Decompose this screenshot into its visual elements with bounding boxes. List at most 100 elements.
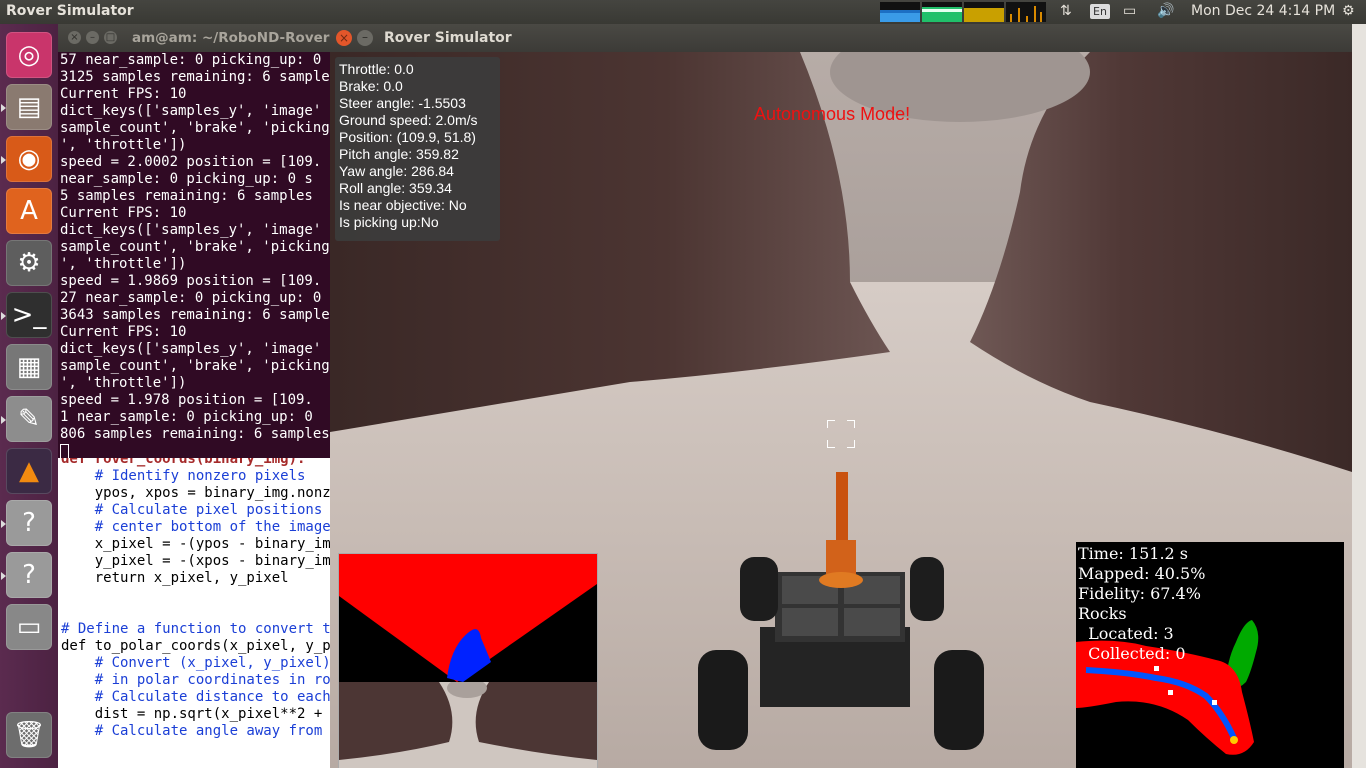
- rocks-collected-stat: Collected: 0: [1078, 644, 1186, 663]
- roll-angle-readout: Roll angle: 359.34: [339, 180, 452, 196]
- terminal-line: 5 samples remaining: 6 samples: [60, 188, 313, 204]
- terminal-window: × – □ am@am: ~/RoboND-Rover-Project 57 n…: [58, 24, 330, 458]
- code-line: # Convert (x_pixel, y_pixel) to (distanc…: [94, 655, 330, 671]
- power-gear-icon[interactable]: ⚙: [1342, 3, 1355, 19]
- rover-simulator-window: × – Rover Simulator Throttle: 0.0 Brake:…: [330, 24, 1352, 768]
- memory-graph-icon: [922, 2, 962, 22]
- unknown-app-icon[interactable]: ?: [6, 500, 52, 546]
- terminal-close-button[interactable]: ×: [68, 31, 81, 44]
- text-editor-icon[interactable]: ✎: [6, 396, 52, 442]
- swap-graph-icon: [964, 2, 1004, 22]
- terminal-icon[interactable]: >_: [6, 292, 52, 338]
- simulator-title: Rover Simulator: [384, 30, 512, 46]
- code-line: # Calculate angle away from vertical for…: [94, 723, 323, 739]
- code-line: def rover_coords(binary_img):: [61, 458, 306, 467]
- simulator-close-button[interactable]: ×: [336, 30, 352, 46]
- background-window-edge: [1352, 24, 1366, 768]
- code-line: ypos, xpos = binary_img.nonzero(): [94, 485, 330, 501]
- launcher: ◎ ▤ ◉ A ⚙ >_ ▦ ✎ ▲ ? ? ▭ 🗑: [0, 24, 58, 768]
- unknown-app-icon-2[interactable]: ?: [6, 552, 52, 598]
- volume-icon[interactable]: 🔊: [1157, 3, 1174, 19]
- near-objective-readout: Is near objective: No: [339, 197, 467, 213]
- network-graph-icon: [1006, 2, 1046, 22]
- terminal-line: dict_keys(['samples_y', 'image': [60, 222, 322, 238]
- terminal-line: speed = 1.978 position = [109.: [60, 392, 313, 408]
- pitch-angle-readout: Pitch angle: 359.82: [339, 146, 459, 162]
- terminal-line: 27 near_sample: 0 picking_up: 0: [60, 290, 322, 306]
- top-panel: Rover Simulator ⇅ En ▭ 🔊 Mon Dec 24 4:14…: [0, 0, 1366, 24]
- terminal-line: ', 'throttle']): [60, 375, 187, 391]
- terminal-line: speed = 2.0002 position = [109.: [60, 154, 322, 170]
- calculator-icon[interactable]: ▦: [6, 344, 52, 390]
- terminal-maximize-button[interactable]: □: [104, 31, 117, 44]
- drive-icon[interactable]: ▭: [6, 604, 52, 650]
- position-readout: Position: (109.9, 51.8): [339, 129, 476, 145]
- terminal-minimize-button[interactable]: –: [86, 31, 99, 44]
- code-line: # Define a function to convert to radial…: [61, 621, 330, 637]
- terminal-line: 3643 samples remaining: 6 samples: [60, 307, 330, 323]
- terminal-line: 3125 samples remaining: 6 samples: [60, 69, 330, 85]
- vlc-icon[interactable]: ▲: [6, 448, 52, 494]
- network-arrows-icon[interactable]: ⇅: [1060, 3, 1072, 19]
- code-line: # Calculate pixel positions with referen…: [94, 502, 323, 518]
- code-line: def to_polar_coords(x_pixel, y_pixel):: [61, 638, 330, 654]
- keyboard-layout-indicator[interactable]: En: [1090, 4, 1110, 19]
- active-app-title: Rover Simulator: [6, 3, 134, 19]
- battery-icon[interactable]: ▭: [1123, 3, 1136, 19]
- yaw-angle-readout: Yaw angle: 286.84: [339, 163, 454, 179]
- terminal-cursor: [60, 444, 69, 458]
- terminal-line: sample_count', 'brake', 'picking: [60, 120, 330, 136]
- cpu-graph-icon: [880, 2, 920, 22]
- terminal-line: Current FPS: 10: [60, 324, 187, 340]
- ubuntu-dash-icon[interactable]: ◎: [6, 32, 52, 78]
- system-settings-icon[interactable]: ⚙: [6, 240, 52, 286]
- rocks-located-stat: Located: 3: [1078, 624, 1174, 643]
- simulator-titlebar: × – Rover Simulator: [330, 24, 1352, 52]
- throttle-readout: Throttle: 0.0: [339, 61, 414, 77]
- picking-up-readout: Is picking up:No: [339, 214, 439, 230]
- autonomous-mode-label: Autonomous Mode!: [754, 104, 911, 124]
- terminal-line: dict_keys(['samples_y', 'image': [60, 103, 322, 119]
- code-editor[interactable]: def rover_coords(binary_img): # Identify…: [58, 458, 330, 768]
- code-line: # Identify nonzero pixels: [61, 468, 306, 484]
- terminal-output[interactable]: 57 near_sample: 0 picking_up: 0 3125 sam…: [58, 52, 330, 458]
- brake-readout: Brake: 0.0: [339, 78, 403, 94]
- rover-camera-view: [338, 682, 598, 768]
- terminal-line: Current FPS: 10: [60, 205, 187, 221]
- terminal-titlebar: × – □ am@am: ~/RoboND-Rover-Project: [58, 24, 330, 52]
- code-line: dist = np.sqrt(x_pixel**2 + y_pixel**2): [94, 706, 323, 722]
- terminal-line: near_sample: 0 picking_up: 0 s: [60, 171, 313, 187]
- mapped-stat: Mapped: 40.5%: [1078, 564, 1206, 583]
- time-stat: Time: 151.2 s: [1078, 544, 1189, 563]
- terminal-title: am@am: ~/RoboND-Rover-Project: [132, 30, 330, 46]
- terminal-line: ', 'throttle']): [60, 256, 187, 272]
- code-line: return x_pixel, y_pixel: [61, 570, 289, 586]
- map-stats: Time: 151.2 s Mapped: 40.5% Fidelity: 67.4…: [1078, 544, 1205, 664]
- telemetry-panel: Throttle: 0.0 Brake: 0.0 Steer angle: -1…: [335, 57, 500, 241]
- world-map: Time: 151.2 s Mapped: 40.5% Fidelity: 67.4…: [1076, 542, 1344, 768]
- terminal-line: 806 samples remaining: 6 samples: [60, 426, 330, 442]
- files-icon[interactable]: ▤: [6, 84, 52, 130]
- clock[interactable]: Mon Dec 24 4:14 PM: [1191, 3, 1335, 19]
- rocks-heading: Rocks: [1078, 604, 1127, 623]
- code-line: y_pixel = -(xpos - binary_img.shape[1]/2…: [94, 553, 330, 569]
- firefox-icon[interactable]: ◉: [6, 136, 52, 182]
- terminal-line: ', 'throttle']): [60, 137, 187, 153]
- terminal-line: dict_keys(['samples_y', 'image': [60, 341, 322, 357]
- terminal-line: 1 near_sample: 0 picking_up: 0: [60, 409, 313, 425]
- code-line: x_pixel = -(ypos - binary_img.shape[0]).…: [94, 536, 330, 552]
- terminal-line: sample_count', 'brake', 'picking: [60, 358, 330, 374]
- trash-icon[interactable]: 🗑: [6, 712, 52, 758]
- code-line: # center bottom of the image.: [61, 519, 330, 535]
- crosshair-icon: [827, 420, 855, 448]
- steer-angle-readout: Steer angle: -1.5503: [339, 95, 466, 111]
- software-center-icon[interactable]: A: [6, 188, 52, 234]
- terminal-line: sample_count', 'brake', 'picking: [60, 239, 330, 255]
- code-line: # Calculate distance to each pixel: [94, 689, 330, 705]
- ground-speed-readout: Ground speed: 2.0m/s: [339, 112, 478, 128]
- terminal-line: 57 near_sample: 0 picking_up: 0: [60, 52, 322, 68]
- fidelity-stat: Fidelity: 67.4%: [1078, 584, 1201, 603]
- simulator-minimize-button[interactable]: –: [357, 30, 373, 46]
- code-line: # in polar coordinates in rover space: [94, 672, 330, 688]
- terminal-line: Current FPS: 10: [60, 86, 187, 102]
